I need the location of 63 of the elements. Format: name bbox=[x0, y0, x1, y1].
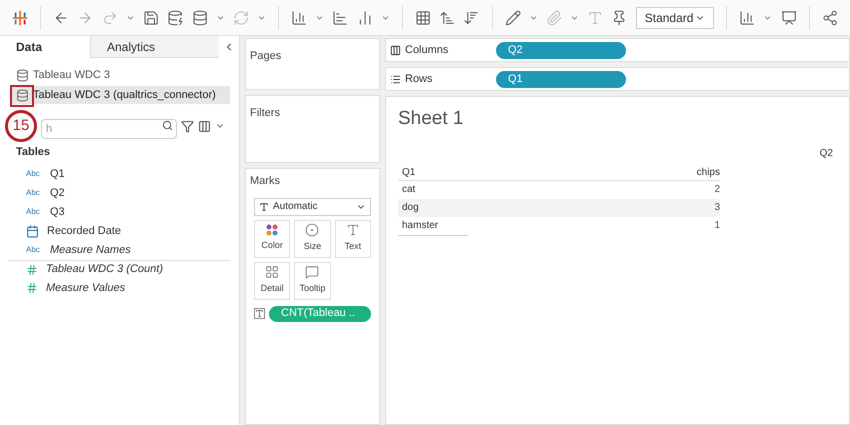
circles-icon bbox=[305, 223, 320, 238]
row-label: cat bbox=[401, 183, 416, 197]
field-item[interactable]: Abc Q3 bbox=[8, 202, 231, 222]
shelf-label: Columns bbox=[405, 42, 448, 58]
text-icon bbox=[254, 308, 265, 319]
card-title: Pages bbox=[250, 50, 282, 62]
mark-property-button[interactable]: Detail bbox=[254, 262, 290, 300]
hash-icon bbox=[26, 282, 38, 294]
mark-property-button[interactable]: Size bbox=[294, 220, 331, 258]
logo-icon bbox=[12, 8, 28, 26]
field-item[interactable]: Measure Values bbox=[8, 278, 231, 298]
fit-dropdown[interactable]: Standard bbox=[636, 6, 714, 28]
new-data-source-icon[interactable] bbox=[167, 8, 184, 26]
share-icon[interactable] bbox=[822, 8, 838, 26]
presentation-icon[interactable] bbox=[780, 8, 797, 26]
data-type-label: Abc bbox=[26, 244, 41, 256]
field-item[interactable]: Recorded Date bbox=[8, 222, 231, 240]
mark-type-dropdown[interactable]: Automatic bbox=[254, 198, 371, 216]
save-icon[interactable] bbox=[143, 8, 160, 26]
mark-property-button[interactable]: Tooltip bbox=[294, 262, 331, 300]
row-header: Q1 bbox=[401, 166, 416, 180]
view-icon[interactable] bbox=[198, 120, 211, 132]
columns-icon bbox=[390, 44, 401, 56]
calendar-icon bbox=[26, 224, 39, 238]
row-label: hamster bbox=[401, 219, 440, 233]
data-type-label: Abc bbox=[26, 206, 41, 218]
field-item[interactable]: Abc Measure Names bbox=[8, 240, 231, 260]
mark-property-button[interactable]: Text bbox=[334, 220, 371, 258]
field-item[interactable]: Tableau WDC 3 (Count) bbox=[8, 260, 231, 278]
callout-badge: 15 bbox=[5, 110, 37, 142]
column-value: chips bbox=[696, 166, 720, 180]
table-cell-text: 2 bbox=[713, 183, 720, 197]
text-icon bbox=[346, 223, 360, 238]
data-type-label: Abc bbox=[26, 168, 41, 180]
highlight-icon[interactable] bbox=[504, 8, 521, 26]
dots-icon bbox=[265, 265, 280, 280]
filter-icon[interactable] bbox=[181, 120, 194, 132]
data-source-item[interactable]: Tableau WDC 3 bbox=[12, 66, 230, 84]
color-dots-icon bbox=[266, 224, 278, 236]
highlight-frame bbox=[10, 85, 34, 107]
data-type-label: Abc bbox=[26, 187, 41, 199]
field-item[interactable]: Abc Q2 bbox=[8, 184, 231, 202]
database-icon bbox=[16, 68, 29, 82]
row-label: dog bbox=[401, 201, 420, 215]
search-icon bbox=[162, 120, 173, 131]
card-title: Filters bbox=[250, 107, 280, 119]
data-source-item[interactable]: Tableau WDC 3 (qualtrics_connector) bbox=[12, 86, 230, 104]
database-icon bbox=[16, 88, 29, 102]
section-title: Tables bbox=[15, 145, 52, 160]
table-cell-text: 1 bbox=[713, 219, 720, 233]
search-field[interactable]: h bbox=[41, 119, 177, 139]
card-title: Marks bbox=[250, 174, 281, 189]
table-cell-text: 3 bbox=[713, 201, 720, 215]
hash-icon bbox=[26, 264, 38, 276]
field-item[interactable]: Abc Q1 bbox=[8, 164, 231, 184]
text-icon bbox=[259, 202, 269, 212]
mark-property-button[interactable]: Color bbox=[254, 220, 290, 258]
column-header: Q2 bbox=[820, 146, 834, 160]
shelf-label: Rows bbox=[405, 72, 433, 87]
sheet-title: Sheet 1 bbox=[398, 107, 464, 131]
speech-bubble-icon bbox=[305, 265, 320, 280]
rows-icon bbox=[390, 74, 401, 84]
pane-tab[interactable]: Analytics bbox=[90, 36, 219, 58]
